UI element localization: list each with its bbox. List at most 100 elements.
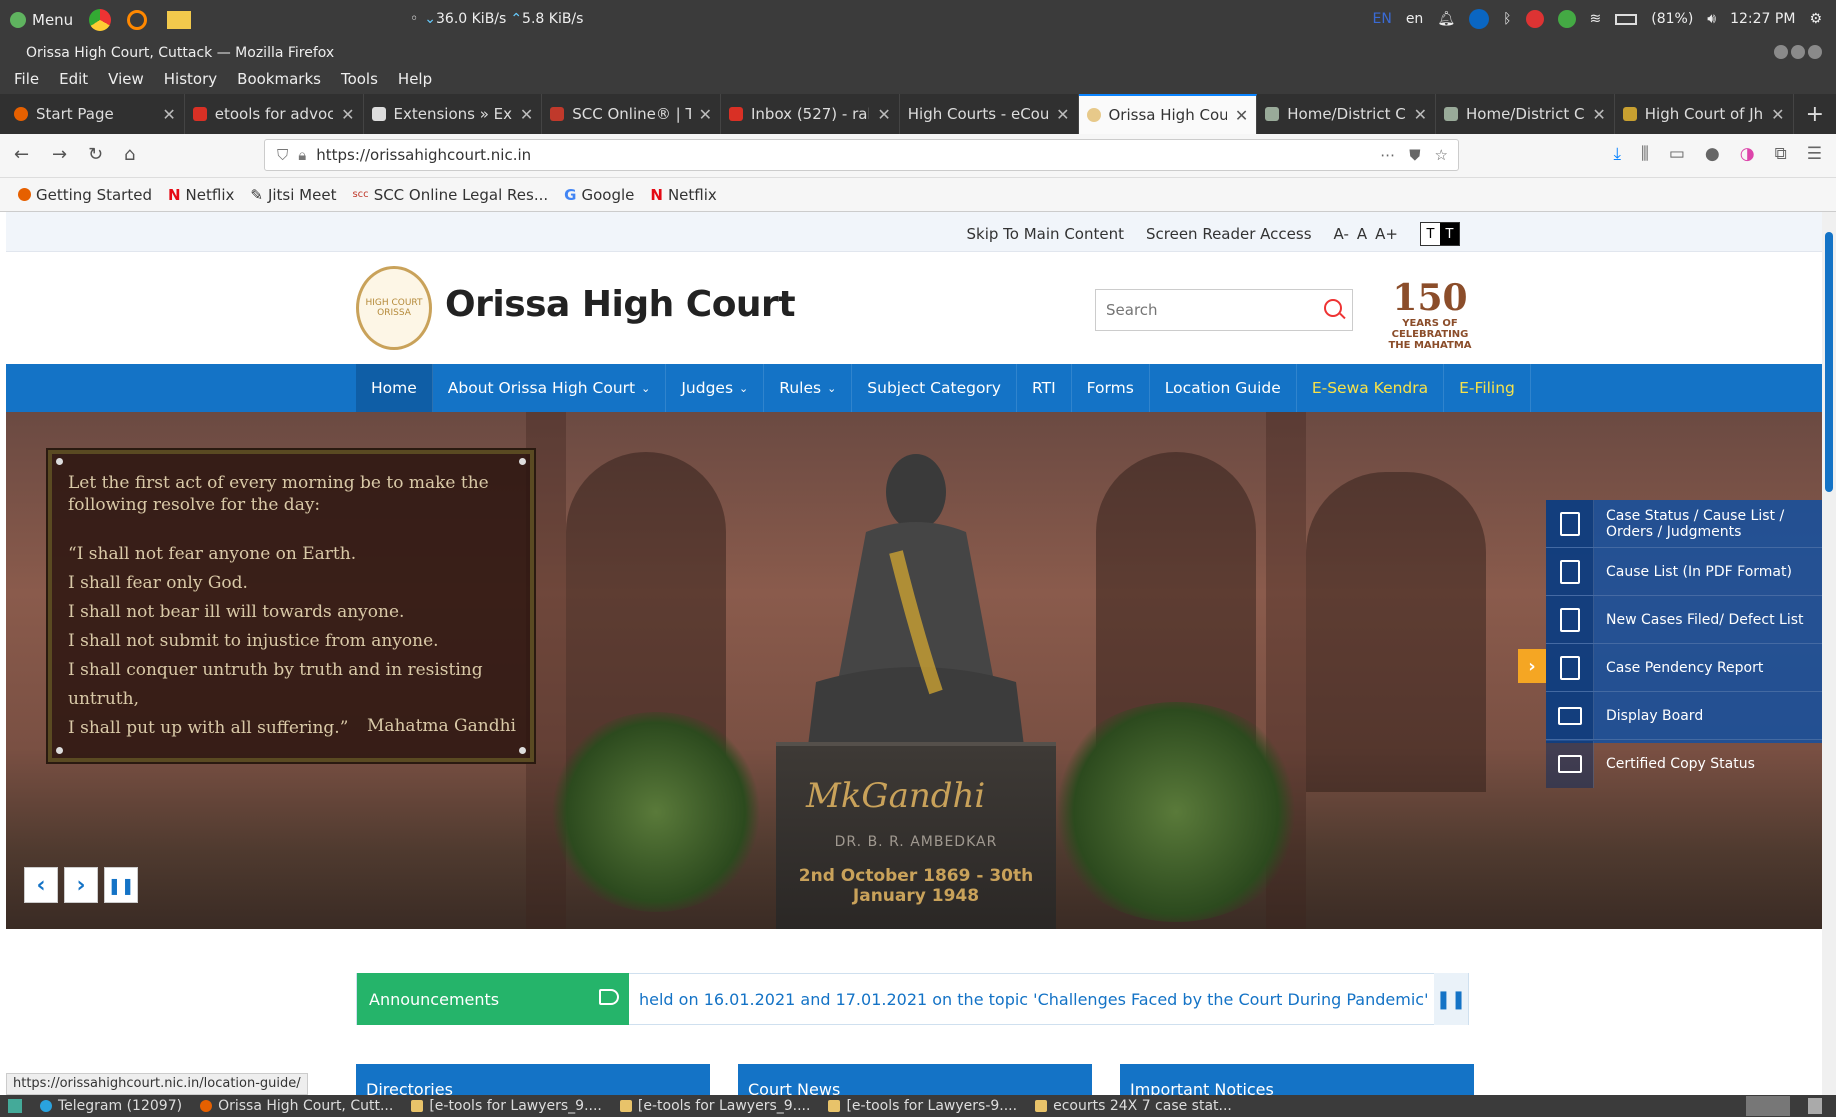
settings-gear-icon[interactable]: ⚙ bbox=[1809, 11, 1822, 27]
bookmark-google[interactable]: G Google bbox=[564, 186, 634, 204]
home-icon[interactable]: ⌂ bbox=[124, 144, 135, 165]
battery-icon[interactable] bbox=[1615, 13, 1638, 25]
font-decrease-button[interactable]: A- bbox=[1334, 225, 1349, 243]
contrast-light-button[interactable]: T bbox=[1421, 223, 1440, 245]
url-bar[interactable]: ⛉ 🔒︎ https://orissahighcourt.nic.in ⋯ ⛊ … bbox=[264, 139, 1459, 171]
quick-links-toggle[interactable]: › bbox=[1518, 649, 1546, 683]
show-desktop-icon[interactable] bbox=[8, 1099, 22, 1113]
tab[interactable]: High Courts - eCourt ✕ bbox=[900, 94, 1079, 134]
bookmark-jitsi[interactable]: ✎ Jitsi Meet bbox=[250, 186, 336, 204]
tab[interactable]: SCC Online® | The ✕ bbox=[542, 94, 721, 134]
hp-icon[interactable] bbox=[1469, 9, 1490, 29]
close-tab-icon[interactable]: ✕ bbox=[699, 105, 712, 124]
taskbar-item[interactable]: ecourts 24X 7 case stat... bbox=[1035, 1098, 1232, 1114]
page-scrollbar[interactable] bbox=[1822, 212, 1836, 1095]
font-normal-button[interactable]: A bbox=[1357, 225, 1367, 243]
panel-court-news[interactable]: Court News bbox=[738, 1064, 1092, 1095]
lang-indicator[interactable]: en bbox=[1406, 11, 1424, 27]
quick-link-certified-copy[interactable]: Certified Copy Status bbox=[1546, 740, 1822, 788]
taskbar-item[interactable]: [e-tools for Lawyers-9.... bbox=[828, 1098, 1017, 1114]
system-menu[interactable]: Menu bbox=[10, 9, 192, 31]
extension-icon[interactable]: ◑ bbox=[1740, 144, 1755, 164]
quick-link-display-board[interactable]: Display Board bbox=[1546, 692, 1822, 740]
close-tab-icon[interactable]: ✕ bbox=[162, 105, 175, 124]
nav-subject-category[interactable]: Subject Category bbox=[852, 364, 1017, 412]
skip-to-main-link[interactable]: Skip To Main Content bbox=[967, 225, 1124, 243]
taskbar-item[interactable]: Orissa High Court, Cutt... bbox=[200, 1098, 393, 1114]
close-tab-icon[interactable]: ✕ bbox=[1235, 106, 1248, 125]
site-title[interactable]: Orissa High Court bbox=[445, 284, 796, 325]
menu-edit[interactable]: Edit bbox=[59, 70, 88, 88]
close-tab-icon[interactable]: ✕ bbox=[1771, 105, 1784, 124]
close-tab-icon[interactable]: ✕ bbox=[341, 105, 354, 124]
new-tab-button[interactable]: + bbox=[1794, 94, 1836, 134]
close-button[interactable] bbox=[1808, 45, 1822, 59]
chrome-icon[interactable] bbox=[89, 9, 112, 31]
nav-rules[interactable]: Rules ⌄ bbox=[764, 364, 853, 412]
panel-directories[interactable]: Directories bbox=[356, 1064, 710, 1095]
tracking-shield-icon[interactable]: ⛉ bbox=[277, 146, 288, 164]
menu-history[interactable]: History bbox=[164, 70, 217, 88]
lang-badge[interactable]: EN bbox=[1372, 11, 1391, 27]
slider-prev-button[interactable]: ‹ bbox=[24, 867, 58, 903]
screen-reader-link[interactable]: Screen Reader Access bbox=[1146, 225, 1312, 243]
nav-e-filing[interactable]: E-Filing bbox=[1444, 364, 1531, 412]
pocket-icon[interactable]: ⛊ bbox=[1409, 146, 1420, 164]
bookmark-netflix-2[interactable]: N Netflix bbox=[650, 186, 716, 204]
minimize-button[interactable] bbox=[1774, 45, 1788, 59]
tab[interactable]: Inbox (527) - raku ✕ bbox=[721, 94, 900, 134]
extensions-puzzle-icon[interactable]: ⧉ bbox=[1775, 144, 1787, 164]
firefox-taskbar-icon[interactable] bbox=[1746, 1096, 1790, 1116]
volume-icon[interactable]: 🔊︎ bbox=[1707, 11, 1716, 27]
url-text[interactable]: https://orissahighcourt.nic.in bbox=[316, 146, 531, 164]
bell-icon[interactable]: 🔔︎ bbox=[1437, 11, 1455, 27]
bookmark-netflix[interactable]: N Netflix bbox=[168, 186, 234, 204]
tab[interactable]: Extensions » Exte ✕ bbox=[364, 94, 543, 134]
font-increase-button[interactable]: A+ bbox=[1375, 225, 1398, 243]
close-tab-icon[interactable]: ✕ bbox=[1592, 105, 1605, 124]
menu-tools[interactable]: Tools bbox=[341, 70, 378, 88]
search-box[interactable] bbox=[1095, 289, 1353, 331]
nav-about[interactable]: About Orissa High Court ⌄ bbox=[433, 364, 667, 412]
hamburger-menu-icon[interactable]: ☰ bbox=[1807, 144, 1822, 164]
menu-view[interactable]: View bbox=[108, 70, 144, 88]
sidebar-icon[interactable]: ▭ bbox=[1669, 144, 1685, 164]
search-icon[interactable] bbox=[1324, 299, 1342, 317]
quick-link-new-cases[interactable]: New Cases Filed/ Defect List bbox=[1546, 596, 1822, 644]
announcement-ticker-text[interactable]: held on 16.01.2021 and 17.01.2021 on the… bbox=[629, 990, 1434, 1009]
nav-home[interactable]: Home bbox=[356, 364, 433, 412]
vpn-icon[interactable] bbox=[1525, 10, 1544, 28]
nav-e-sewa-kendra[interactable]: E-Sewa Kendra bbox=[1297, 364, 1445, 412]
court-emblem-logo[interactable]: HIGH COURT ORISSA bbox=[356, 266, 432, 350]
quick-link-case-status[interactable]: Case Status / Cause List / Orders / Judg… bbox=[1546, 500, 1822, 548]
nav-rti[interactable]: RTI bbox=[1017, 364, 1072, 412]
bookmark-star-icon[interactable]: ☆ bbox=[1435, 146, 1448, 164]
folder-icon[interactable] bbox=[167, 11, 192, 29]
clock[interactable]: 12:27 PM bbox=[1730, 11, 1795, 27]
tab-active[interactable]: Orissa High Court, ✕ bbox=[1078, 94, 1258, 134]
back-arrow-icon[interactable]: ← bbox=[14, 144, 29, 165]
close-tab-icon[interactable]: ✕ bbox=[520, 105, 533, 124]
nav-judges[interactable]: Judges ⌄ bbox=[666, 364, 765, 412]
search-input[interactable] bbox=[1106, 301, 1306, 319]
contrast-dark-button[interactable]: T bbox=[1440, 223, 1459, 245]
taskbar-item[interactable]: [e-tools for Lawyers_9.... bbox=[619, 1098, 810, 1114]
account-icon[interactable]: ● bbox=[1705, 144, 1720, 164]
close-tab-icon[interactable]: ✕ bbox=[1414, 105, 1427, 124]
wifi-icon[interactable]: ≋ bbox=[1590, 11, 1602, 27]
slider-next-button[interactable]: › bbox=[64, 867, 98, 903]
menu-file[interactable]: File bbox=[14, 70, 39, 88]
quick-link-pendency-report[interactable]: Case Pendency Report bbox=[1546, 644, 1822, 692]
nav-forms[interactable]: Forms bbox=[1072, 364, 1150, 412]
reload-icon[interactable]: ↻ bbox=[88, 144, 103, 165]
menu-help[interactable]: Help bbox=[398, 70, 432, 88]
shield-icon[interactable] bbox=[1557, 10, 1576, 28]
quick-link-cause-list-pdf[interactable]: Cause List (In PDF Format) bbox=[1546, 548, 1822, 596]
tab[interactable]: Start Page ✕ bbox=[6, 94, 185, 134]
maximize-button[interactable] bbox=[1791, 45, 1805, 59]
close-tab-icon[interactable]: ✕ bbox=[877, 105, 890, 124]
panel-important-notices[interactable]: Important Notices bbox=[1120, 1064, 1474, 1095]
trash-icon[interactable] bbox=[1808, 1098, 1822, 1114]
announcements-label[interactable]: Announcements bbox=[357, 973, 629, 1025]
slider-pause-button[interactable]: ❚❚ bbox=[104, 867, 138, 903]
